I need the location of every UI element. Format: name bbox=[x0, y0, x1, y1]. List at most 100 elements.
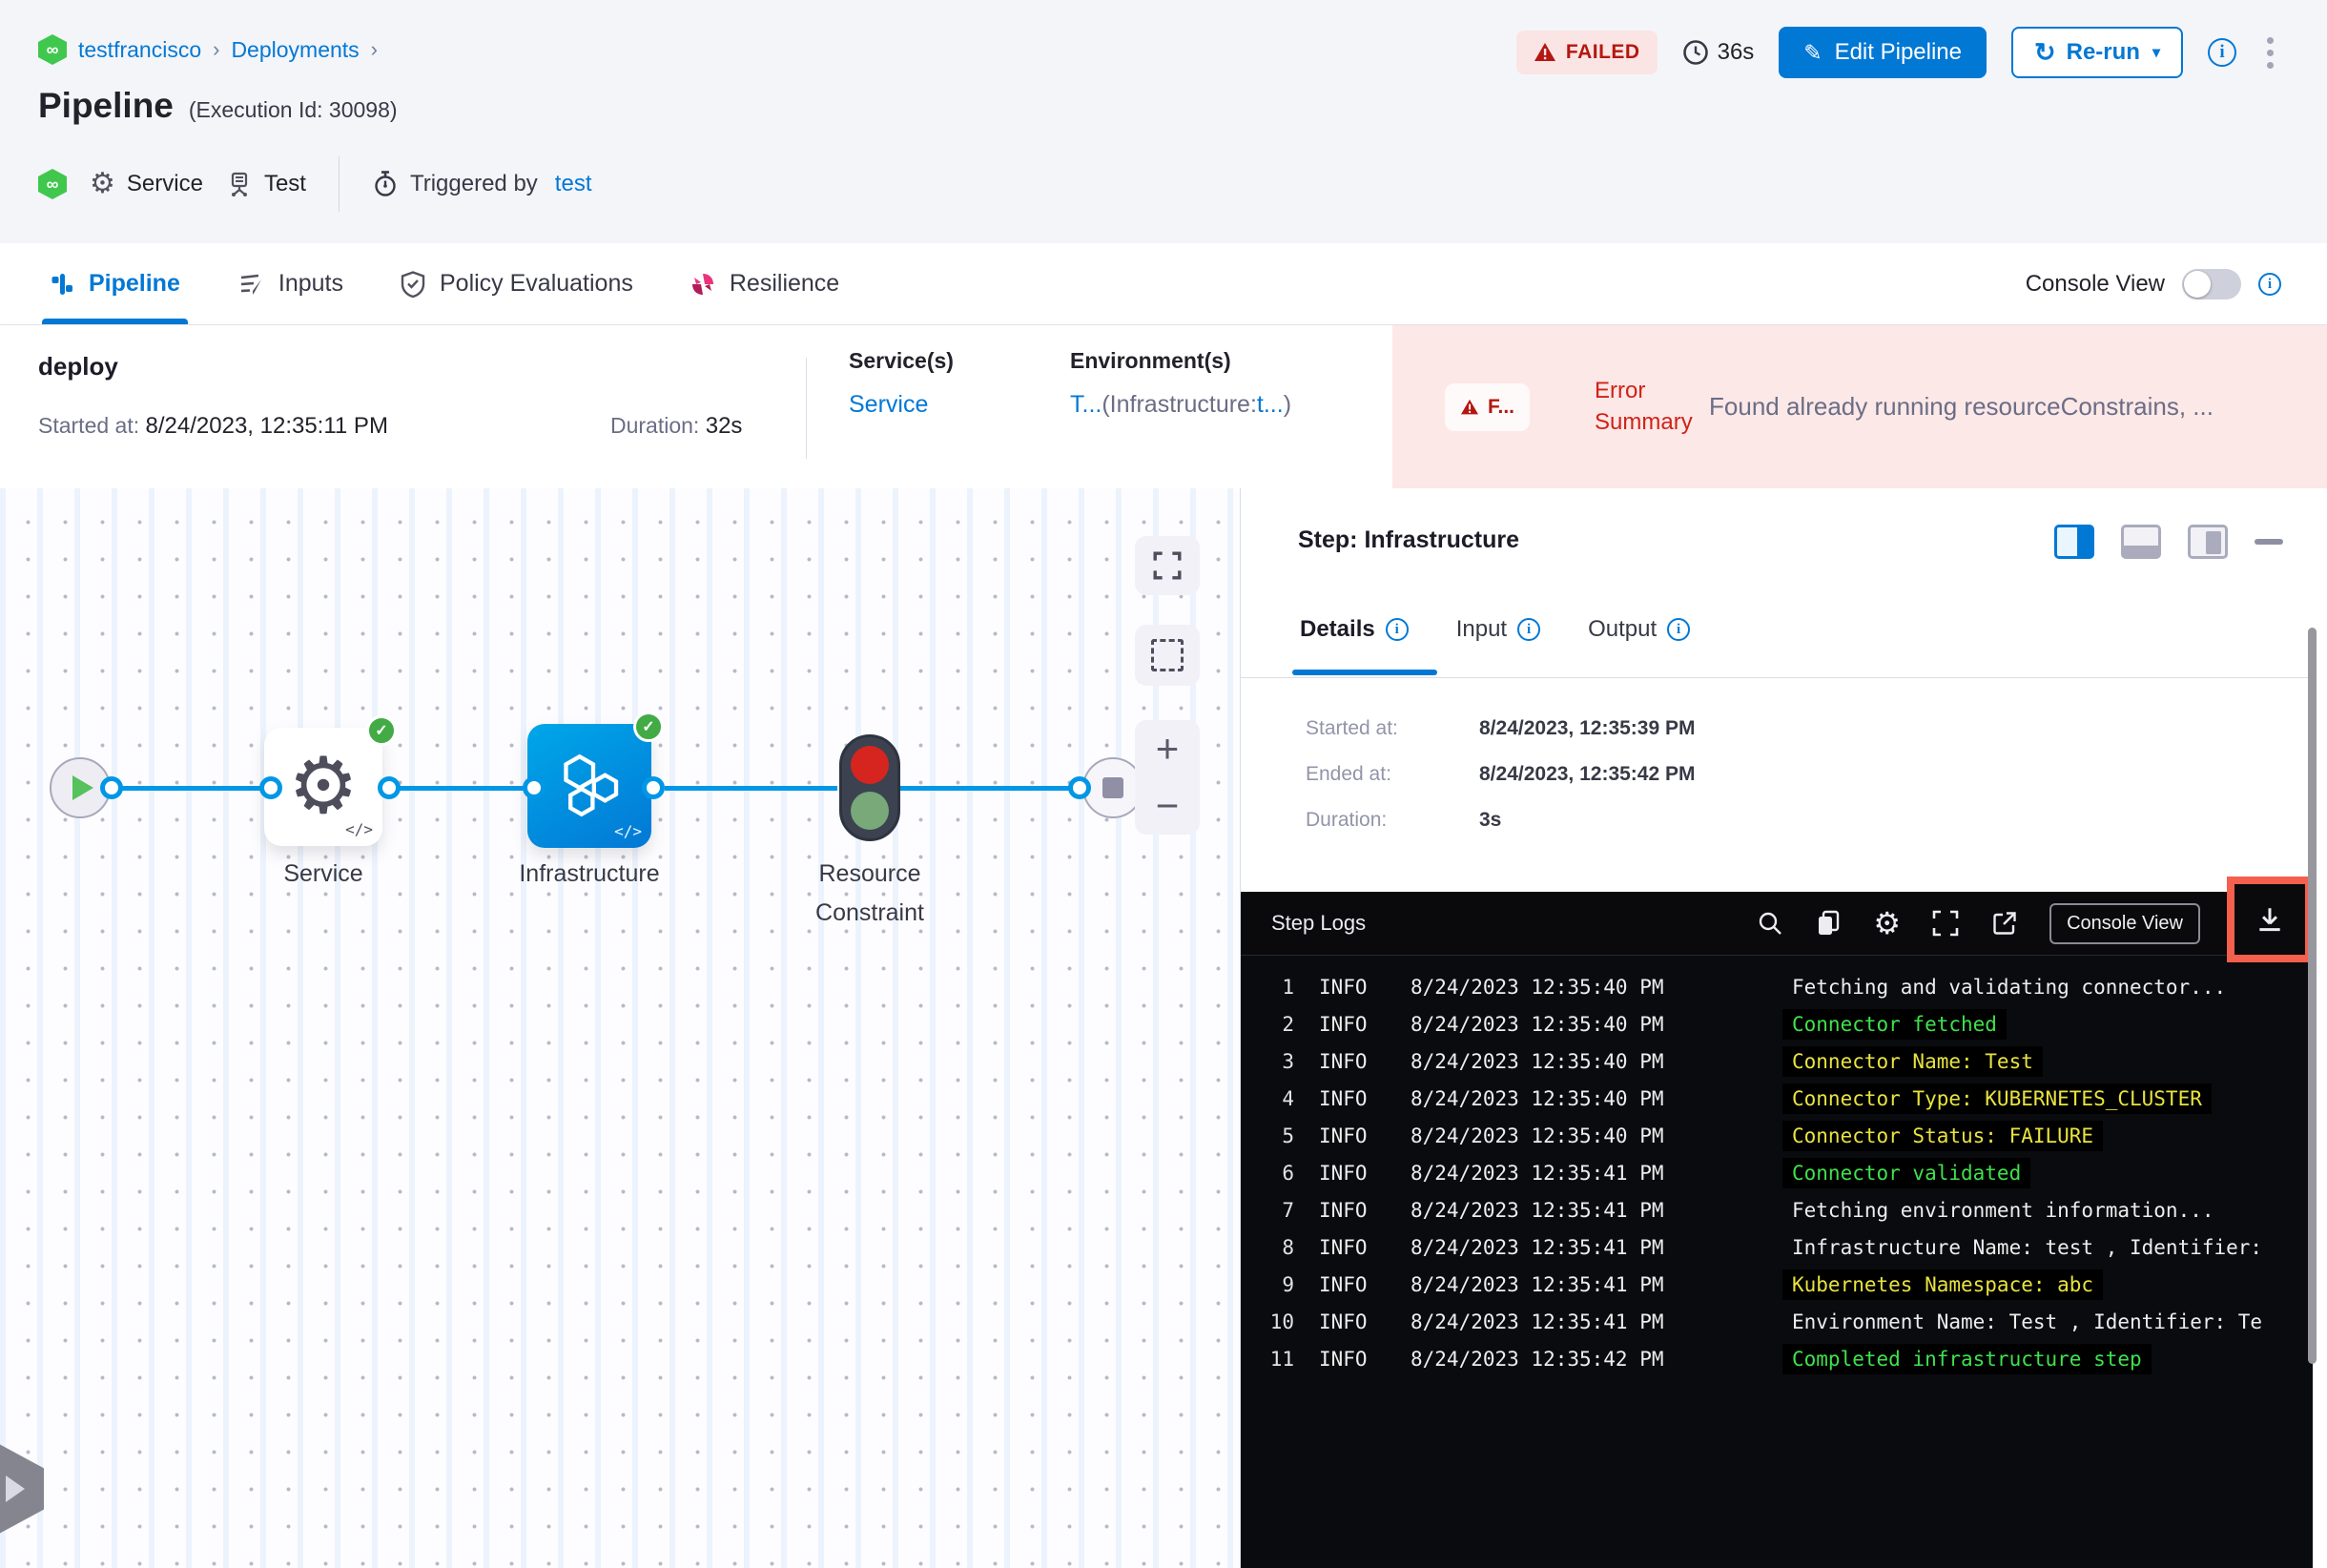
log-toolbar: ⚙ Console View bbox=[1757, 902, 2200, 944]
log-message: Connector validated bbox=[1782, 1157, 2031, 1188]
view-tab-bar: Pipeline Inputs Policy Evaluations Resil… bbox=[0, 243, 2327, 325]
log-timestamp: 8/24/2023 12:35:40 PM bbox=[1411, 1012, 1664, 1036]
zoom-in-button[interactable]: + bbox=[1156, 729, 1180, 769]
info-icon[interactable]: i bbox=[2258, 273, 2281, 296]
log-line-number: 4 bbox=[1282, 1086, 1294, 1110]
log-line: 1 INFO 8/24/2023 12:35:40 PM Fetching and v… bbox=[1241, 968, 2313, 1005]
search-icon[interactable] bbox=[1757, 910, 1783, 937]
info-icon[interactable]: i bbox=[1517, 618, 1541, 641]
console-view-toggle[interactable] bbox=[2182, 269, 2241, 299]
tab-details-label: Details bbox=[1300, 616, 1375, 642]
divider bbox=[806, 358, 807, 459]
log-level: INFO bbox=[1319, 1272, 1368, 1296]
log-line: 11 INFO 8/24/2023 12:35:42 PM Completed inf… bbox=[1241, 1340, 2313, 1377]
console-view-button[interactable]: Console View bbox=[2049, 902, 2200, 944]
log-timestamp: 8/24/2023 12:35:40 PM bbox=[1411, 1086, 1664, 1110]
success-check-icon: ✓ bbox=[633, 712, 664, 742]
service-link[interactable]: Service bbox=[849, 391, 954, 419]
detail-value: 3s bbox=[1479, 809, 1502, 831]
tab-input[interactable]: Input i bbox=[1456, 616, 1541, 643]
node-label: Service bbox=[283, 860, 363, 887]
info-icon[interactable]: i bbox=[1667, 618, 1691, 641]
detail-row: Ended at: 8/24/2023, 12:35:42 PM bbox=[1306, 763, 1696, 786]
copy-icon[interactable] bbox=[1814, 909, 1843, 938]
info-icon[interactable]: i bbox=[2208, 38, 2236, 67]
breadcrumb-project-link[interactable]: testfrancisco bbox=[78, 37, 201, 63]
minimize-icon[interactable] bbox=[2255, 539, 2283, 545]
pencil-icon: ✎ bbox=[1803, 39, 1822, 65]
log-line: 9 INFO 8/24/2023 12:35:41 PM Kubernetes Nam… bbox=[1241, 1266, 2313, 1303]
environment-meta[interactable]: Test bbox=[226, 171, 306, 197]
edge-line bbox=[112, 786, 267, 791]
rerun-button[interactable]: ↻ Re-run ▾ bbox=[2011, 27, 2183, 78]
failed-chip: F... bbox=[1445, 382, 1531, 431]
log-message: Connector fetched bbox=[1782, 1008, 2007, 1040]
environments-block: Environment(s) T...(Infrastructure:t...) bbox=[1070, 348, 1291, 419]
bottom-view-icon[interactable] bbox=[2121, 525, 2161, 559]
download-icon[interactable] bbox=[2255, 904, 2285, 935]
step-logs-title: Step Logs bbox=[1271, 911, 1367, 935]
kebab-menu-icon[interactable] bbox=[2261, 31, 2279, 74]
log-message: Infrastructure Name: test , Identifier: bbox=[1792, 1235, 2263, 1259]
services-label: Service(s) bbox=[849, 348, 954, 373]
edge-line bbox=[900, 786, 1080, 791]
active-tab-underline bbox=[1292, 670, 1437, 675]
split-view-icon[interactable] bbox=[2054, 525, 2094, 559]
fullscreen-icon bbox=[1153, 551, 1182, 580]
console-view-control: Console View i bbox=[2026, 243, 2281, 325]
log-lines: 1 INFO 8/24/2023 12:35:40 PM Fetching and v… bbox=[1241, 968, 2313, 1377]
trigger-link[interactable]: test bbox=[555, 171, 592, 197]
edit-pipeline-button[interactable]: ✎ Edit Pipeline bbox=[1779, 27, 1987, 78]
tab-policy-evaluations[interactable]: Policy Evaluations bbox=[401, 243, 633, 324]
traffic-light-green bbox=[851, 792, 889, 830]
log-level: INFO bbox=[1319, 1347, 1368, 1371]
scroll-left-arrow[interactable] bbox=[0, 1444, 44, 1534]
warning-icon bbox=[1534, 43, 1555, 61]
node-infrastructure[interactable]: </> bbox=[527, 724, 651, 848]
tab-resilience[interactable]: Resilience bbox=[690, 243, 839, 324]
log-line: 4 INFO 8/24/2023 12:35:40 PM Connector Type… bbox=[1241, 1080, 2313, 1117]
refresh-icon: ↻ bbox=[2034, 37, 2056, 67]
marquee-select-button[interactable] bbox=[1135, 625, 1200, 686]
log-timestamp: 8/24/2023 12:35:40 PM bbox=[1411, 975, 1664, 999]
tab-pipeline[interactable]: Pipeline bbox=[42, 243, 188, 324]
log-line-number: 10 bbox=[1269, 1310, 1294, 1333]
environment-link[interactable]: T...(Infrastructure:t...) bbox=[1070, 391, 1291, 419]
tab-details[interactable]: Details i bbox=[1300, 616, 1409, 643]
log-line-number: 6 bbox=[1282, 1161, 1294, 1185]
right-view-icon[interactable] bbox=[2188, 525, 2228, 559]
stage-duration: Duration: 32s bbox=[610, 413, 743, 439]
info-icon[interactable]: i bbox=[1385, 618, 1409, 641]
divider bbox=[338, 156, 340, 212]
log-line-number: 8 bbox=[1282, 1235, 1294, 1259]
panel-scrollbar[interactable] bbox=[2308, 628, 2317, 1364]
log-message: Fetching and validating connector... bbox=[1792, 975, 2227, 999]
log-line-number: 7 bbox=[1282, 1198, 1294, 1222]
log-level: INFO bbox=[1319, 1049, 1368, 1073]
external-link-icon[interactable] bbox=[1990, 909, 2019, 938]
connector-port bbox=[259, 776, 282, 799]
breadcrumb-deployments-link[interactable]: Deployments bbox=[231, 37, 359, 63]
zoom-out-button[interactable]: − bbox=[1156, 786, 1180, 826]
pipeline-canvas[interactable]: ⚙ </> ✓ </> ✓ Service Infrastructure Res… bbox=[0, 488, 1240, 1568]
shield-check-icon bbox=[401, 270, 425, 298]
infrastructure-link[interactable]: t... bbox=[1257, 391, 1284, 418]
log-level: INFO bbox=[1319, 975, 1368, 999]
tab-inputs[interactable]: Inputs bbox=[237, 243, 343, 324]
log-settings-icon[interactable]: ⚙ bbox=[1873, 908, 1901, 939]
tab-output[interactable]: Output i bbox=[1588, 616, 1691, 643]
pipeline-execution-page: ∞ testfrancisco › Deployments › Pipeline… bbox=[0, 0, 2327, 1568]
stage-name: deploy bbox=[38, 352, 118, 381]
pipeline-name: Pipeline bbox=[38, 86, 174, 125]
node-resource-constraint[interactable] bbox=[839, 734, 900, 841]
fullscreen-canvas-button[interactable] bbox=[1135, 536, 1200, 595]
connector-port bbox=[642, 776, 665, 799]
environment-meta-label: Test bbox=[263, 171, 306, 196]
log-message: Connector Status: FAILURE bbox=[1782, 1120, 2104, 1151]
expand-logs-icon[interactable] bbox=[1931, 909, 1960, 938]
log-timestamp: 8/24/2023 12:35:41 PM bbox=[1411, 1161, 1664, 1185]
detail-value: 8/24/2023, 12:35:42 PM bbox=[1479, 763, 1696, 785]
service-meta[interactable]: ⚙ Service bbox=[90, 170, 203, 198]
success-check-icon: ✓ bbox=[366, 715, 397, 746]
connector-port bbox=[378, 776, 401, 799]
